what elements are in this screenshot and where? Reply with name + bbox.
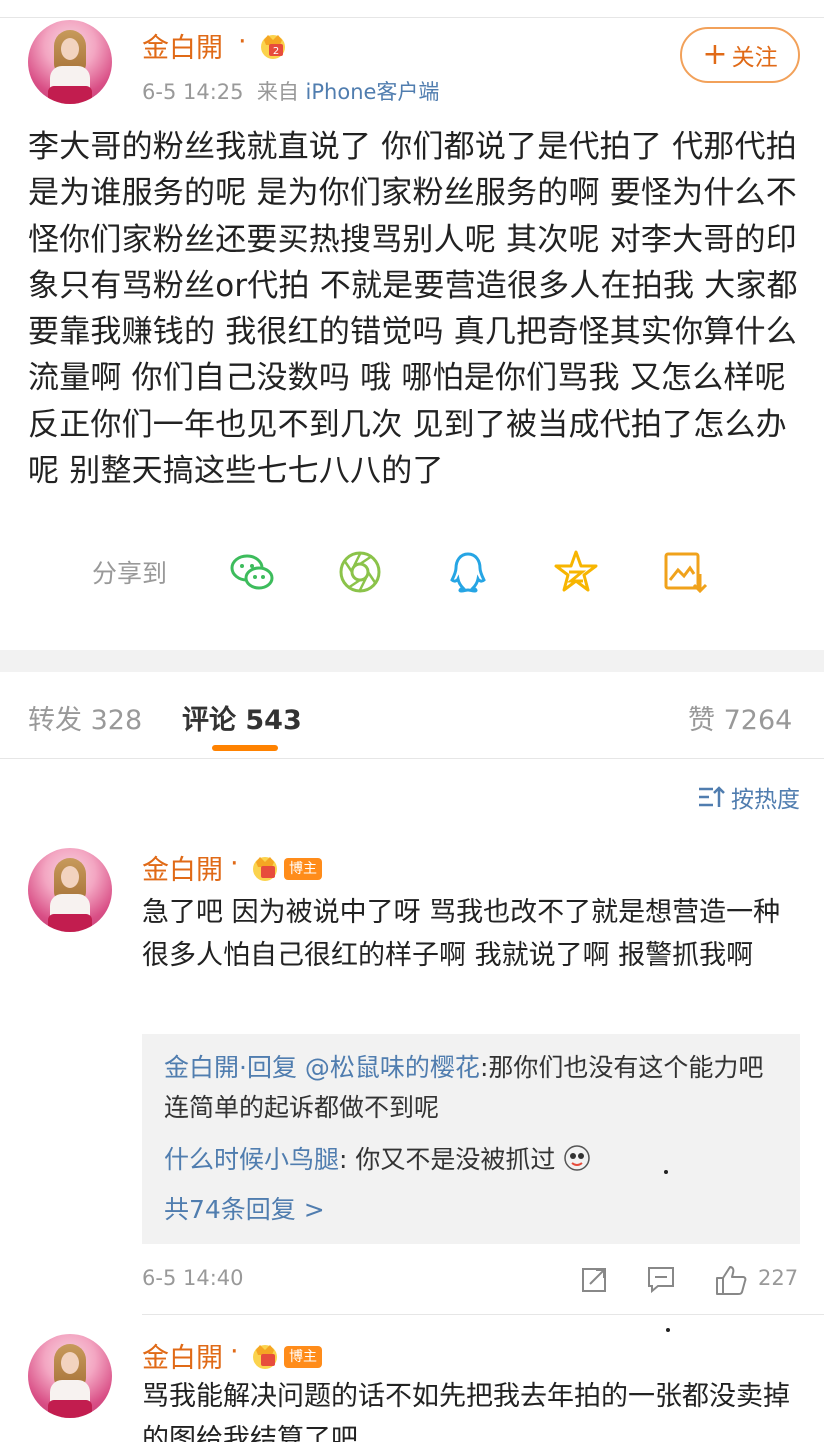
section-separator — [0, 650, 824, 672]
save-image-icon[interactable] — [660, 548, 708, 596]
comment-text: 急了吧 因为被说中了呀 骂我也改不了就是想营造一种很多人怕自己很红的样子啊 我就… — [142, 897, 781, 971]
comment-avatar[interactable] — [28, 848, 112, 932]
share-label: 分享到 — [92, 559, 168, 588]
more-replies-link[interactable]: 共74条回复 > — [164, 1190, 325, 1230]
host-badge: 博主 — [284, 1346, 322, 1368]
sort-icon — [699, 786, 725, 807]
reply-text: : 你又不是没被抓过 — [339, 1145, 556, 1174]
comment-avatar[interactable] — [28, 1334, 112, 1418]
qzone-icon[interactable] — [552, 548, 600, 596]
comment-time: 6-5 14:40 — [142, 1266, 244, 1290]
follow-button[interactable]: + 关注 — [680, 27, 800, 83]
tab-comment[interactable]: 评论 543 — [182, 698, 302, 737]
reply-item[interactable]: 什么时候小鸟腿: 你又不是没被抓过 — [164, 1140, 784, 1180]
post-body: 李大哥的粉丝我就直说了 你们都说了是代拍了 代那代拍是为谁服务的呢 是为你们家粉… — [28, 129, 798, 490]
repost-icon[interactable] — [580, 1264, 610, 1294]
wechat-icon[interactable] — [228, 548, 276, 596]
follow-label: 关注 — [731, 45, 778, 71]
tab-like[interactable]: 赞 7264 — [688, 698, 792, 737]
vip-crown-icon: 2 — [261, 35, 285, 59]
reply-mention[interactable]: @松鼠味的樱花 — [305, 1053, 480, 1082]
like-icon[interactable] — [714, 1264, 748, 1296]
post-source[interactable]: iPhone客户端 — [306, 80, 440, 104]
comment-icon[interactable] — [646, 1264, 676, 1294]
sort-toggle[interactable]: 按热度 — [697, 780, 800, 814]
name-separator: · — [230, 1336, 239, 1367]
active-tab-indicator — [212, 745, 278, 751]
comment-author[interactable]: 金白開 — [142, 1336, 223, 1375]
reply-item[interactable]: 金白開·回复 @松鼠味的樱花:那你们也没有这个能力吧连简单的起诉都做不到呢 — [164, 1048, 784, 1128]
like-count: 227 — [758, 1266, 799, 1290]
reply-preview[interactable]: 金白開·回复 @松鼠味的樱花:那你们也没有这个能力吧连简单的起诉都做不到呢 什么… — [142, 1034, 800, 1244]
reply-label: ·回复 — [239, 1053, 297, 1082]
reply-author[interactable]: 什么时候小鸟腿 — [164, 1145, 339, 1174]
comment-author[interactable]: 金白開 — [142, 848, 223, 887]
moments-icon[interactable] — [336, 548, 384, 596]
stray-dot — [666, 1328, 670, 1332]
host-badge: 博主 — [284, 858, 322, 880]
author-name[interactable]: 金白開 — [142, 26, 223, 65]
top-divider — [0, 0, 824, 18]
tab-repost[interactable]: 转发 328 — [28, 698, 142, 737]
plus-icon: + — [702, 37, 728, 72]
vip-crown-icon — [253, 1345, 277, 1369]
post-timestamp: 6-5 14:25 — [142, 80, 244, 104]
sort-label: 按热度 — [731, 787, 800, 813]
comment-text: 骂我能解决问题的话不如先把我去年拍的一张都没卖掉的图给我结算了吧 — [142, 1381, 790, 1442]
comment-divider — [142, 1314, 824, 1315]
source-prefix: 来自 — [256, 80, 299, 104]
stray-dot — [664, 1170, 668, 1174]
author-avatar[interactable] — [28, 20, 112, 104]
svg-text:2: 2 — [273, 46, 279, 57]
tab-divider — [0, 758, 824, 759]
name-separator: · — [238, 26, 247, 57]
qq-icon[interactable] — [444, 548, 492, 596]
name-separator: · — [230, 848, 239, 879]
reply-author[interactable]: 金白開 — [164, 1053, 239, 1082]
vip-crown-icon — [253, 857, 277, 881]
post-meta: 6-5 14:25 来自 iPhone客户端 — [142, 76, 439, 106]
emoji-icon — [564, 1145, 591, 1171]
